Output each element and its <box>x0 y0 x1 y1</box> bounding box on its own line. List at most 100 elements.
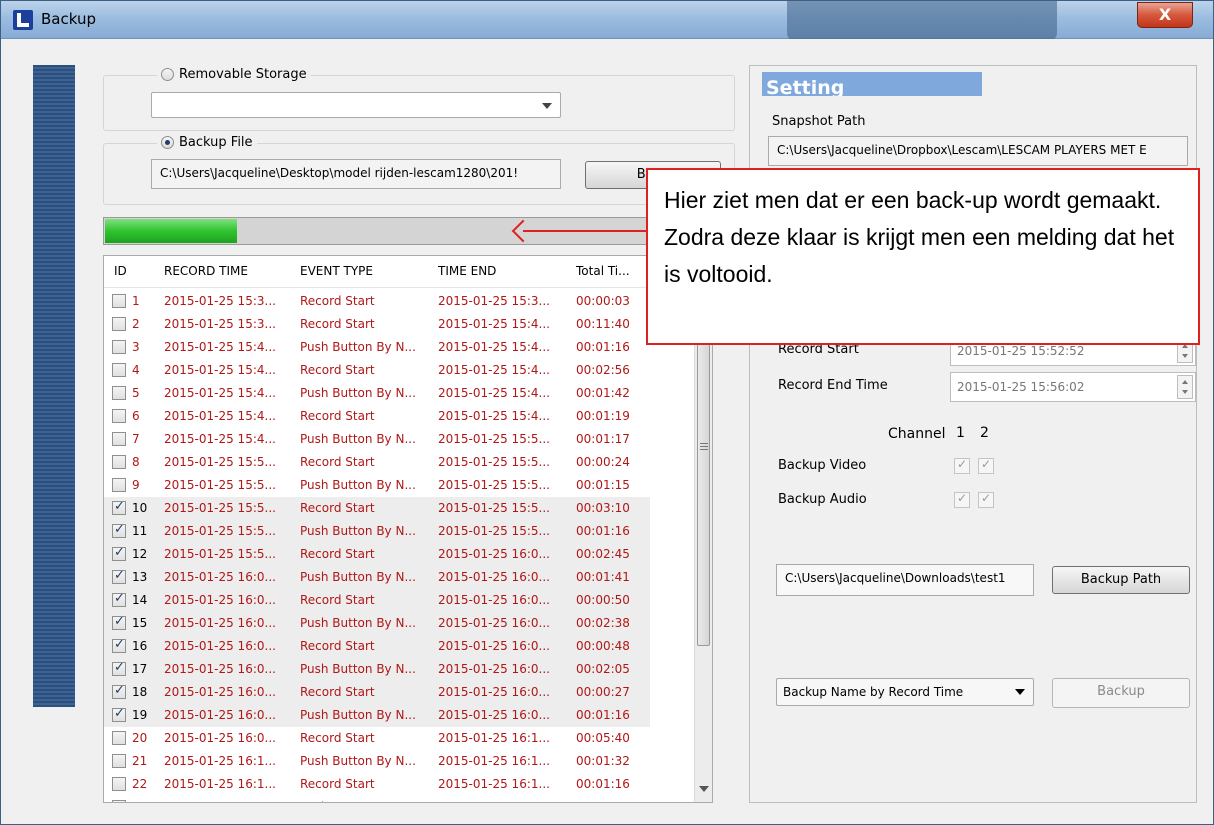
chevron-down-icon <box>1015 689 1025 695</box>
side-banner <box>33 65 75 707</box>
table-row[interactable]: 11 2015-01-25 15:5... Push Button By N... 2… <box>104 520 650 543</box>
row-id: 22 <box>132 777 148 791</box>
col-header-time-end[interactable]: TIME END <box>438 264 496 278</box>
row-checkbox[interactable] <box>112 614 126 630</box>
records-table[interactable]: ID RECORD TIME EVENT TYPE TIME END Total… <box>103 255 713 803</box>
snapshot-path-input[interactable]: C:\Users\Jacqueline\Dropbox\Lescam\LESCA… <box>768 136 1188 166</box>
backup-video-ch1-checkbox[interactable] <box>954 457 970 474</box>
table-row[interactable]: 2 2015-01-25 15:3... Record Start 2015-01-2… <box>104 313 694 336</box>
table-row[interactable]: 16 2015-01-25 16:0... Record Start 2015-01-… <box>104 635 650 658</box>
removable-storage-radio-row[interactable]: Removable Storage <box>157 67 311 82</box>
row-id: 1 <box>132 294 140 308</box>
col-header-id[interactable]: ID <box>114 264 127 278</box>
row-time-end: 2015-01-25 16:0... <box>438 593 550 607</box>
table-row[interactable]: 7 2015-01-25 15:4... Push Button By N... 20… <box>104 428 694 451</box>
title-background-logo <box>787 1 1087 39</box>
table-row[interactable]: 17 2015-01-25 16:0... Push Button By N... 2… <box>104 658 650 681</box>
removable-storage-radio[interactable] <box>161 68 174 81</box>
backup-button[interactable]: Backup <box>1052 678 1190 708</box>
row-checkbox[interactable] <box>112 731 126 745</box>
row-id: 12 <box>132 547 148 561</box>
backup-name-mode-dropdown[interactable]: Backup Name by Record Time <box>776 678 1034 706</box>
row-record-time: 2015-01-25 16:0... <box>164 570 276 584</box>
row-checkbox[interactable] <box>112 432 126 446</box>
table-row[interactable]: 5 2015-01-25 15:4... Push Button By N... 20… <box>104 382 694 405</box>
row-checkbox[interactable] <box>112 317 126 331</box>
removable-storage-dropdown[interactable] <box>151 92 561 118</box>
table-row[interactable]: 8 2015-01-25 15:5... Record Start 2015-01-2… <box>104 451 694 474</box>
row-total-time: 00:01:16 <box>576 777 630 791</box>
row-time-end: 2015-01-25 15:4... <box>438 409 550 423</box>
row-checkbox[interactable] <box>112 386 126 400</box>
backup-file-radio[interactable] <box>161 136 174 149</box>
record-end-value: 2015-01-25 15:56:02 <box>957 380 1085 394</box>
table-row[interactable]: 13 2015-01-25 16:0... Push Button By N... 2… <box>104 566 650 589</box>
row-event-type: Push Button By N... <box>300 754 416 768</box>
table-row[interactable]: 4 2015-01-25 15:4... Record Start 2015-01-2… <box>104 359 694 382</box>
row-checkbox[interactable] <box>112 683 126 699</box>
row-checkbox[interactable] <box>112 568 126 584</box>
row-record-time: 2015-01-25 15:5... <box>164 547 276 561</box>
backup-file-radio-row[interactable]: Backup File <box>157 135 257 150</box>
app-logo-icon <box>13 10 33 30</box>
row-event-type: Record Start <box>300 294 375 308</box>
table-row[interactable]: 12 2015-01-25 15:5... Record Start 2015-01-… <box>104 543 650 566</box>
table-row[interactable]: 23 2015-01-25 16:1... Push Button By N... 2… <box>104 796 694 802</box>
table-row[interactable]: 21 2015-01-25 16:1... Push Button By N... 2… <box>104 750 694 773</box>
table-row[interactable]: 3 2015-01-25 15:4... Push Button By N... 20… <box>104 336 694 359</box>
col-header-event-type[interactable]: EVENT TYPE <box>300 264 373 278</box>
table-row[interactable]: 22 2015-01-25 16:1... Record Start 2015-01-… <box>104 773 694 796</box>
scroll-down-arrow-icon[interactable] <box>699 786 709 792</box>
table-row[interactable]: 19 2015-01-25 16:0... Push Button By N... 2… <box>104 704 650 727</box>
title-bar[interactable]: Backup X <box>1 1 1213 39</box>
row-checkbox[interactable] <box>112 706 126 722</box>
backup-video-ch2-checkbox[interactable] <box>978 457 994 474</box>
table-row[interactable]: 9 2015-01-25 15:5... Push Button By N... 20… <box>104 474 694 497</box>
backup-file-path-input[interactable]: C:\Users\Jacqueline\Desktop\model rijden… <box>151 159 561 189</box>
backup-path-input[interactable]: C:\Users\Jacqueline\Downloads\test1 <box>776 564 1034 596</box>
row-time-end: 2015-01-25 15:5... <box>438 501 550 515</box>
row-event-type: Record Start <box>300 593 375 607</box>
row-checkbox[interactable] <box>112 478 126 492</box>
row-record-time: 2015-01-25 15:4... <box>164 363 276 377</box>
record-end-spin-icon[interactable] <box>1177 375 1193 399</box>
row-record-time: 2015-01-25 15:4... <box>164 432 276 446</box>
table-row[interactable]: 14 2015-01-25 16:0... Record Start 2015-01-… <box>104 589 650 612</box>
row-total-time: 00:00:24 <box>576 455 630 469</box>
backup-audio-label: Backup Audio <box>778 492 867 507</box>
row-checkbox[interactable] <box>112 409 126 423</box>
row-checkbox[interactable] <box>112 499 126 515</box>
close-button[interactable]: X <box>1137 2 1193 28</box>
row-checkbox[interactable] <box>112 455 126 469</box>
table-row[interactable]: 10 2015-01-25 15:5... Record Start 2015-01-… <box>104 497 650 520</box>
row-checkbox[interactable] <box>112 363 126 377</box>
backup-path-button[interactable]: Backup Path <box>1052 566 1190 594</box>
row-checkbox[interactable] <box>112 591 126 607</box>
row-time-end: 2015-01-25 15:5... <box>438 524 550 538</box>
row-checkbox[interactable] <box>112 294 126 308</box>
col-header-record-time[interactable]: RECORD TIME <box>164 264 248 278</box>
row-checkbox[interactable] <box>112 754 126 768</box>
backup-audio-ch1-checkbox[interactable] <box>954 491 970 508</box>
row-checkbox[interactable] <box>112 522 126 538</box>
row-record-time: 2015-01-25 15:5... <box>164 478 276 492</box>
row-record-time: 2015-01-25 15:4... <box>164 409 276 423</box>
backup-audio-ch2-checkbox[interactable] <box>978 491 994 508</box>
row-checkbox[interactable] <box>112 637 126 653</box>
row-time-end: 2015-01-25 16:0... <box>438 570 550 584</box>
col-header-total-time[interactable]: Total Ti... <box>576 264 630 278</box>
table-row[interactable]: 20 2015-01-25 16:0... Record Start 2015-01-… <box>104 727 694 750</box>
record-end-input[interactable]: 2015-01-25 15:56:02 <box>950 372 1196 402</box>
row-checkbox[interactable] <box>112 340 126 354</box>
row-event-type: Push Button By N... <box>300 662 416 676</box>
snapshot-path-label: Snapshot Path <box>772 114 866 129</box>
table-row[interactable]: 6 2015-01-25 15:4... Record Start 2015-01-2… <box>104 405 694 428</box>
table-row[interactable]: 1 2015-01-25 15:3... Record Start 2015-01-2… <box>104 290 694 313</box>
table-row[interactable]: 15 2015-01-25 16:0... Push Button By N... 2… <box>104 612 650 635</box>
row-checkbox[interactable] <box>112 545 126 561</box>
row-total-time: 00:01:16 <box>576 340 630 354</box>
row-checkbox[interactable] <box>112 660 126 676</box>
row-checkbox[interactable] <box>112 777 126 791</box>
row-checkbox[interactable] <box>112 800 126 802</box>
table-row[interactable]: 18 2015-01-25 16:0... Record Start 2015-01-… <box>104 681 650 704</box>
